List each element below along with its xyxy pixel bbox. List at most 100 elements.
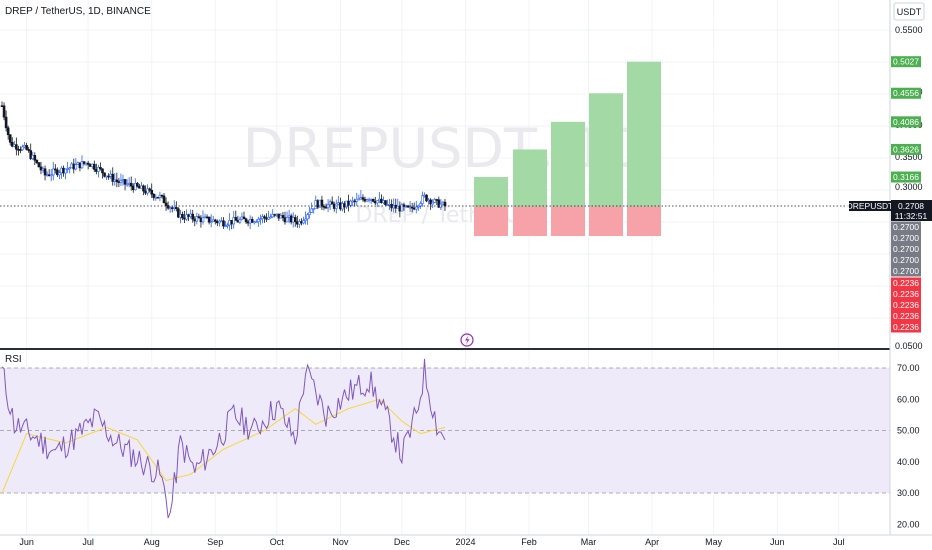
candle-body	[429, 199, 432, 205]
candle-body	[375, 200, 379, 204]
candle-body	[160, 194, 164, 197]
candle-body	[86, 162, 90, 165]
candle-body	[238, 219, 242, 223]
candle-body	[82, 161, 86, 164]
candle-body	[398, 205, 402, 212]
candle-body	[269, 216, 272, 219]
take-profit-zone[interactable]	[474, 177, 508, 207]
price-tick-label: 0.5500	[895, 25, 923, 35]
candle-body	[43, 168, 47, 176]
candle-body	[121, 179, 125, 181]
lightning-bolt-icon[interactable]	[460, 333, 474, 347]
candle-body	[431, 202, 434, 205]
time-tick-label: Aug	[144, 537, 160, 547]
candle-body	[103, 172, 106, 177]
candle-body	[351, 200, 354, 203]
candle-body	[54, 168, 57, 171]
candle-body	[293, 217, 297, 223]
candle-body	[142, 185, 145, 192]
candle-body	[412, 207, 416, 210]
candle-body	[76, 162, 80, 165]
stop-loss-zone[interactable]	[627, 206, 661, 236]
time-tick-label: 2024	[455, 537, 475, 547]
candle-body	[80, 161, 84, 169]
stop-loss-zone[interactable]	[589, 206, 623, 236]
take-profit-zone[interactable]	[551, 121, 585, 207]
candle-body	[384, 200, 387, 206]
candle-body	[291, 217, 295, 223]
entry-price: 0.2700	[893, 222, 919, 232]
stop-loss-zone[interactable]	[474, 206, 508, 236]
candle-body	[191, 213, 195, 220]
candle-body	[380, 198, 383, 204]
candle-body	[156, 196, 160, 199]
candle-body	[441, 201, 445, 205]
take-profit-price: 0.4556	[893, 88, 919, 98]
candle-body	[203, 216, 207, 219]
candle-body	[21, 146, 24, 151]
candle-body	[140, 185, 143, 189]
time-tick-label: Feb	[521, 537, 537, 547]
candle-body	[347, 200, 350, 206]
candle-body	[23, 145, 26, 148]
rsi-tick-label: 70.00	[897, 363, 920, 373]
candle-body	[275, 213, 279, 216]
candle-body	[205, 216, 209, 219]
candle-body	[410, 206, 414, 209]
candle-body	[92, 163, 96, 170]
candle-body	[302, 220, 305, 224]
stop-loss-zone[interactable]	[513, 206, 547, 236]
candle-body	[357, 198, 361, 201]
candle-body	[443, 201, 447, 207]
candle-body	[363, 199, 367, 202]
candle-body	[152, 193, 156, 198]
take-profit-zone[interactable]	[513, 149, 547, 207]
time-tick-label: Jun	[19, 537, 34, 547]
candle-body	[277, 213, 281, 219]
candle-body	[213, 219, 217, 222]
candle-body	[0, 105, 4, 108]
candle-body	[423, 194, 426, 197]
pane-divider[interactable]	[0, 348, 890, 350]
stop-loss-zone[interactable]	[551, 206, 585, 236]
candle-body	[435, 199, 439, 201]
candle-body	[427, 199, 430, 202]
take-profit-zone[interactable]	[589, 93, 623, 207]
take-profit-zone[interactable]	[627, 61, 661, 207]
candle-body	[226, 224, 229, 227]
candle-body	[148, 188, 151, 191]
candle-body	[15, 144, 18, 150]
candle-body	[287, 215, 291, 218]
candle-body	[224, 225, 227, 228]
candle-body	[154, 196, 158, 199]
currency-button[interactable]: USDT	[897, 7, 922, 17]
candle-body	[109, 173, 112, 177]
candle-body	[88, 164, 92, 167]
candle-body	[378, 198, 381, 202]
candle-body	[382, 200, 385, 204]
candle-body	[349, 200, 352, 206]
candle-body	[332, 203, 336, 209]
candle-body	[70, 163, 74, 169]
candle-body	[259, 218, 262, 220]
candle-body	[39, 166, 43, 171]
price-tick-label: 0.0500	[895, 341, 923, 351]
candle-body	[74, 164, 78, 170]
candle-body	[129, 182, 133, 187]
candle-body	[37, 162, 41, 168]
take-profit-price: 0.3166	[893, 172, 919, 182]
candle-body	[232, 217, 236, 225]
candle-body	[189, 213, 192, 217]
candle-body	[136, 182, 139, 187]
candle-body	[144, 190, 147, 194]
candle-body	[170, 207, 174, 209]
trading-chart[interactable]: DREPUSDT, 1D DREP / TetherUS 0.55000.450…	[0, 0, 932, 550]
rsi-tick-label: 60.00	[897, 394, 920, 404]
candle-body	[326, 204, 330, 209]
time-axis[interactable]: Jun Jul Aug Sep Oct Nov Dec 2024 Feb Mar Apr May Jun…	[19, 537, 844, 547]
time-tick-label: Mar	[581, 537, 597, 547]
time-tick-label: Nov	[332, 537, 349, 547]
candle-body	[47, 174, 51, 177]
candle-body	[58, 172, 61, 176]
candle-body	[310, 208, 313, 213]
